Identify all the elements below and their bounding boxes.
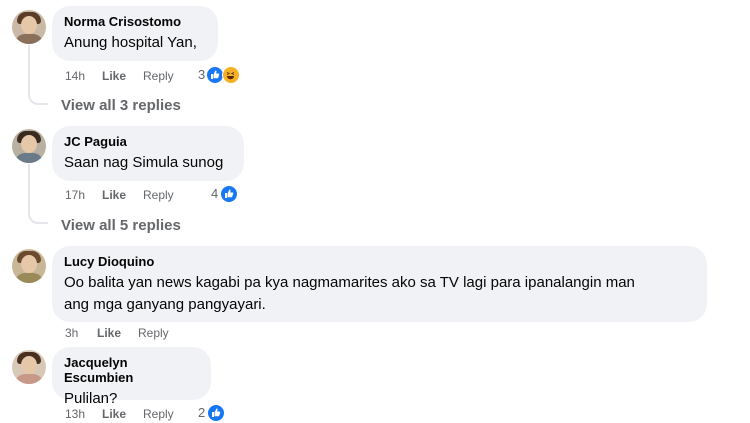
reaction-summary[interactable]: 2 [198,404,232,422]
like-icon [220,185,238,203]
reply-button[interactable]: Reply [143,69,174,83]
reaction-count: 4 [211,186,219,201]
comment-bubble: Lucy Dioquino Oo balita yan news kagabi … [52,246,707,322]
comment-text-line: Oo balita yan news kagabi pa kya nagmama… [64,274,635,291]
thread-line [28,164,30,212]
avatar[interactable] [12,129,46,163]
like-button[interactable]: Like [97,326,121,340]
avatar[interactable] [12,10,46,44]
haha-icon [222,66,240,84]
reaction-summary[interactable]: 4 [211,185,245,203]
comment-bubble: JC Paguia Saan nag Simula sunog [52,126,244,181]
comment-author[interactable]: Lucy Dioquino [64,254,695,269]
thread-connector [28,212,48,224]
comment-text-line: ang mga ganyang pangyayari. [64,296,266,313]
comment-time[interactable]: 14h [65,69,85,83]
comment-time[interactable]: 17h [65,188,85,202]
comment-author[interactable]: Jacquelyn Escumbien [64,355,199,385]
like-button[interactable]: Like [102,188,126,202]
comment-time[interactable]: 13h [65,407,85,421]
avatar[interactable] [12,249,46,283]
like-icon [207,404,225,422]
like-button[interactable]: Like [102,69,126,83]
comment-time[interactable]: 3h [65,326,78,340]
comment-bubble: Norma Crisostomo Anung hospital Yan, [52,6,218,61]
reaction-count: 3 [198,67,206,82]
view-replies-link[interactable]: View all 3 replies [61,97,181,114]
reply-button[interactable]: Reply [138,326,169,340]
reaction-summary[interactable]: 3 [198,66,248,84]
comment-text: Saan nag Simula sunog [64,154,224,171]
reply-button[interactable]: Reply [143,407,174,421]
view-replies-link[interactable]: View all 5 replies [61,217,181,234]
reply-button[interactable]: Reply [143,188,174,202]
comment-author[interactable]: Norma Crisostomo [64,14,206,29]
thread-line [28,45,30,93]
reaction-count: 2 [198,405,206,420]
thread-connector [28,93,48,105]
comment-author[interactable]: JC Paguia [64,134,232,149]
like-button[interactable]: Like [102,407,126,421]
avatar[interactable] [12,350,46,384]
comment-actions: 3h Like Reply [65,326,255,342]
comment-bubble: Jacquelyn Escumbien Pulilan? [52,347,211,407]
comment-text: Anung hospital Yan, [64,34,197,51]
